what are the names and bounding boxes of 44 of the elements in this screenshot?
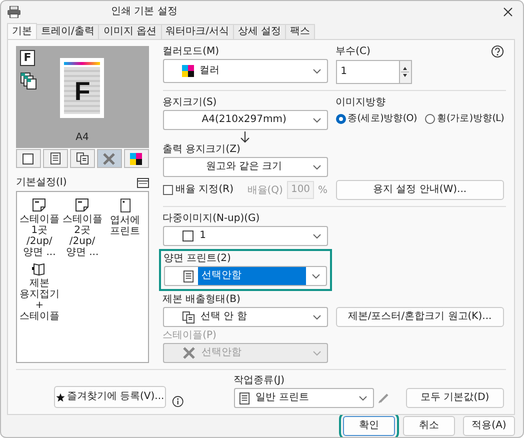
add-favorite-button[interactable]: 즐겨찾기에 등록(V)... — [54, 386, 166, 408]
duplex-dropdown[interactable]: 선택안함 — [164, 266, 327, 286]
color-mode-label: 컬러모드(M) — [162, 46, 219, 58]
color-mode-dropdown[interactable]: 컬러 — [162, 59, 328, 83]
tab[interactable]: 기본 — [7, 23, 37, 39]
binding-label: 제본 배출형태(B) — [162, 294, 240, 306]
orientation-radio[interactable]: 종(세로)방향(O) — [336, 113, 417, 125]
dialog-button[interactable]: 취소 — [403, 416, 455, 436]
preset-item[interactable]: 제본 용지접기+ 스테이플 — [19, 262, 60, 322]
copies-label: 부수(C) — [336, 46, 370, 58]
tab[interactable]: 팩스 — [285, 24, 316, 39]
preset-item[interactable]: 엽서에 프린트 — [104, 198, 146, 258]
sample-letter: F — [74, 76, 90, 104]
n-up-label: 다중이미지(N-up)(G) — [162, 213, 260, 225]
orientation-label: 이미지방향 — [336, 97, 386, 109]
duplex-label: 양면 프린트(2) — [164, 253, 231, 265]
copies-field[interactable]: 1 — [336, 60, 400, 84]
reset-defaults-button[interactable]: 모두 기본값(D) — [406, 388, 504, 408]
tab[interactable]: 워터마크/서식 — [160, 24, 234, 39]
paper-size-label: 용지크기(S) — [162, 97, 217, 109]
binding-options-button[interactable]: 제본/포스터/혼합크기 원고(K)... — [336, 307, 504, 327]
binding-dropdown[interactable]: 선택 안 함 — [162, 307, 328, 327]
output-size-label: 출력 용지크기(Z) — [162, 144, 240, 156]
job-type-dropdown[interactable]: 일반 프린트 — [234, 388, 374, 408]
orientation-radio[interactable]: 횡(가로)방향(L) — [424, 113, 504, 125]
staple-label: 스테이플(P) — [162, 330, 216, 342]
window-title: 인쇄 기본 설정 — [111, 6, 178, 18]
n-up-dropdown[interactable]: 1 — [162, 226, 328, 246]
paper-size-dropdown[interactable]: A4(210x297mm) — [162, 110, 328, 130]
tab[interactable]: 상세 설정 — [232, 24, 286, 39]
tab[interactable]: 트레이/출력 — [36, 24, 100, 39]
presets-label: 기본설정(I) — [16, 177, 67, 189]
single-page-icon: F — [20, 50, 35, 66]
paper-guide-button[interactable]: 용지 설정 안내(W)... — [336, 180, 504, 200]
scale-checkbox[interactable]: 배율 지정(R) — [162, 184, 234, 196]
ratio-label: 배율(Q) — [247, 184, 283, 197]
tab[interactable]: 이미지 옵션 — [98, 24, 162, 39]
job-type-label: 작업종류(J) — [234, 375, 284, 387]
output-size-dropdown[interactable]: 원고와 같은 크기 — [162, 157, 328, 177]
preset-item[interactable]: 스테이플 1곳 /2up/양면 ... — [19, 198, 60, 258]
paper-size-label: A4 — [76, 132, 89, 144]
percent-label: % — [318, 184, 328, 196]
dialog-button[interactable]: 적용(A) — [463, 416, 515, 436]
preset-item[interactable]: 스테이플 2곳 /2up/양면 ... — [62, 198, 103, 258]
